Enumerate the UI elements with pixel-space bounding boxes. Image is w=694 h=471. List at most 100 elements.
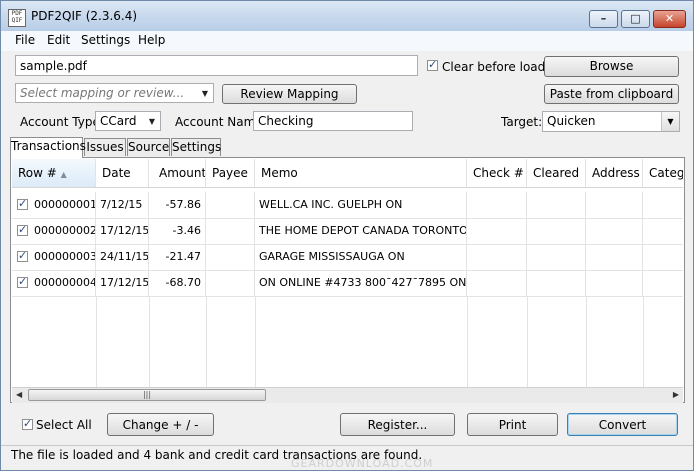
amount-cell: -68.70 [149, 270, 206, 296]
column-separator [206, 296, 207, 387]
column-header-cleared[interactable]: Cleared [527, 159, 586, 187]
column-header-category[interactable]: Catego [643, 159, 683, 187]
account-type-label: Account Type: [20, 115, 104, 129]
column-header-row[interactable]: Row # ▲ [12, 159, 96, 187]
maximize-button[interactable]: □ [621, 10, 650, 28]
account-name-input[interactable] [253, 111, 413, 131]
memo-cell: GARAGE MISSISSAUGA ON [255, 244, 467, 270]
column-separator [96, 296, 97, 387]
column-header-check[interactable]: Check # [467, 159, 527, 187]
column-separator [255, 296, 256, 387]
account-type-select[interactable]: CCard ▼ [95, 111, 161, 131]
chevron-down-icon: ▼ [201, 89, 209, 98]
select-all-label: Select All [36, 418, 92, 432]
column-header-amount[interactable]: Amount [149, 159, 206, 187]
payee-cell [206, 244, 255, 270]
minimize-icon: – [600, 12, 607, 25]
tab-source[interactable]: Source [127, 138, 170, 156]
table-row[interactable]: 000000001 7/12/15 -57.86 WELL.CA INC. GU… [12, 192, 683, 219]
change-sign-button[interactable]: Change + / - [107, 413, 214, 436]
column-header-address[interactable]: Address [586, 159, 643, 187]
register-button[interactable]: Register... [340, 413, 455, 436]
scrollbar-thumb[interactable]: ||| [28, 389, 266, 401]
tab-settings[interactable]: Settings [171, 138, 221, 156]
date-cell: 17/12/15 [96, 270, 149, 296]
address-cell [586, 192, 643, 218]
target-select[interactable]: Quicken ▼ [542, 111, 680, 132]
paste-from-clipboard-button[interactable]: Paste from clipboard [544, 84, 679, 104]
cleared-cell [527, 192, 586, 218]
chevron-down-icon: ▼ [148, 117, 156, 126]
file-path-input[interactable] [15, 55, 418, 76]
select-all-checkbox[interactable] [22, 417, 33, 430]
check-cell [467, 244, 527, 270]
menu-bar: File Edit Settings Help [1, 31, 693, 51]
payee-cell [206, 270, 255, 296]
date-cell: 17/12/15 [96, 218, 149, 244]
watermark: GEARDOWNLOAD.COM [291, 457, 434, 470]
maximize-icon: □ [630, 12, 641, 25]
app-window: PDF QIF PDF2QIF (2.3.6.4) – □ ✕ File Edi… [0, 0, 694, 471]
close-icon: ✕ [664, 12, 675, 25]
window-title: PDF2QIF (2.3.6.4) [31, 9, 138, 23]
menu-help[interactable]: Help [138, 33, 165, 47]
convert-button[interactable]: Convert [567, 413, 678, 436]
check-cell [467, 270, 527, 296]
chevron-down-icon: ▼ [661, 112, 679, 131]
table-row[interactable]: 000000004 17/12/15 -68.70 ON ONLINE #473… [12, 270, 683, 297]
memo-cell: THE HOME DEPOT CANADA TORONTO ON [255, 218, 467, 244]
menu-edit[interactable]: Edit [47, 33, 70, 47]
cleared-cell [527, 270, 586, 296]
target-label: Target: [501, 115, 543, 129]
mapping-placeholder: Select mapping or review... [20, 86, 185, 100]
app-icon: PDF QIF [8, 9, 26, 27]
menu-file[interactable]: File [15, 33, 35, 47]
tab-transactions[interactable]: Transactions [10, 137, 86, 158]
address-cell [586, 244, 643, 270]
amount-cell: -3.46 [149, 218, 206, 244]
clear-before-load-label: Clear before load [442, 60, 546, 74]
table-row[interactable]: 000000003 24/11/15 -21.47 GARAGE MISSISS… [12, 244, 683, 271]
table-row[interactable]: 000000002 17/12/15 -3.46 THE HOME DEPOT … [12, 218, 683, 245]
target-value: Quicken [547, 114, 596, 128]
scroll-right-icon[interactable]: ▶ [673, 390, 679, 399]
clear-before-load-checkbox[interactable] [427, 58, 438, 71]
date-cell: 24/11/15 [96, 244, 149, 270]
memo-cell: WELL.CA INC. GUELPH ON [255, 192, 467, 218]
close-button[interactable]: ✕ [653, 10, 686, 28]
grid-header: Row # ▲ Date Amount Payee Memo Check # C… [12, 159, 683, 188]
cleared-cell [527, 218, 586, 244]
amount-cell: -21.47 [149, 244, 206, 270]
cleared-cell [527, 244, 586, 270]
amount-cell: -57.86 [149, 192, 206, 218]
mapping-select[interactable]: Select mapping or review... ▼ [15, 83, 214, 103]
payee-cell [206, 218, 255, 244]
account-type-value: CCard [100, 114, 137, 128]
row-checkbox[interactable] [17, 249, 28, 262]
column-header-memo[interactable]: Memo [255, 159, 467, 187]
payee-cell [206, 192, 255, 218]
column-separator [586, 296, 587, 387]
review-mapping-button[interactable]: Review Mapping [222, 84, 357, 104]
column-header-payee[interactable]: Payee [206, 159, 255, 187]
tab-issues[interactable]: Issues [84, 138, 126, 156]
column-separator [467, 296, 468, 387]
address-cell [586, 270, 643, 296]
date-cell: 7/12/15 [96, 192, 149, 218]
check-cell [467, 218, 527, 244]
browse-button[interactable]: Browse [544, 56, 679, 77]
transactions-panel: Row # ▲ Date Amount Payee Memo Check # C… [10, 157, 685, 403]
row-checkbox[interactable] [17, 275, 28, 288]
menu-settings[interactable]: Settings [81, 33, 130, 47]
print-button[interactable]: Print [467, 413, 558, 436]
check-cell [467, 192, 527, 218]
address-cell [586, 218, 643, 244]
row-checkbox[interactable] [17, 197, 28, 210]
row-checkbox[interactable] [17, 223, 28, 236]
column-header-date[interactable]: Date [96, 159, 149, 187]
sort-ascending-icon: ▲ [60, 170, 67, 179]
minimize-button[interactable]: – [589, 10, 618, 28]
scroll-left-icon[interactable]: ◀ [16, 390, 22, 399]
horizontal-scrollbar[interactable]: ◀ ||| ▶ [12, 387, 683, 403]
title-bar: PDF QIF PDF2QIF (2.3.6.4) – □ ✕ [1, 1, 693, 31]
